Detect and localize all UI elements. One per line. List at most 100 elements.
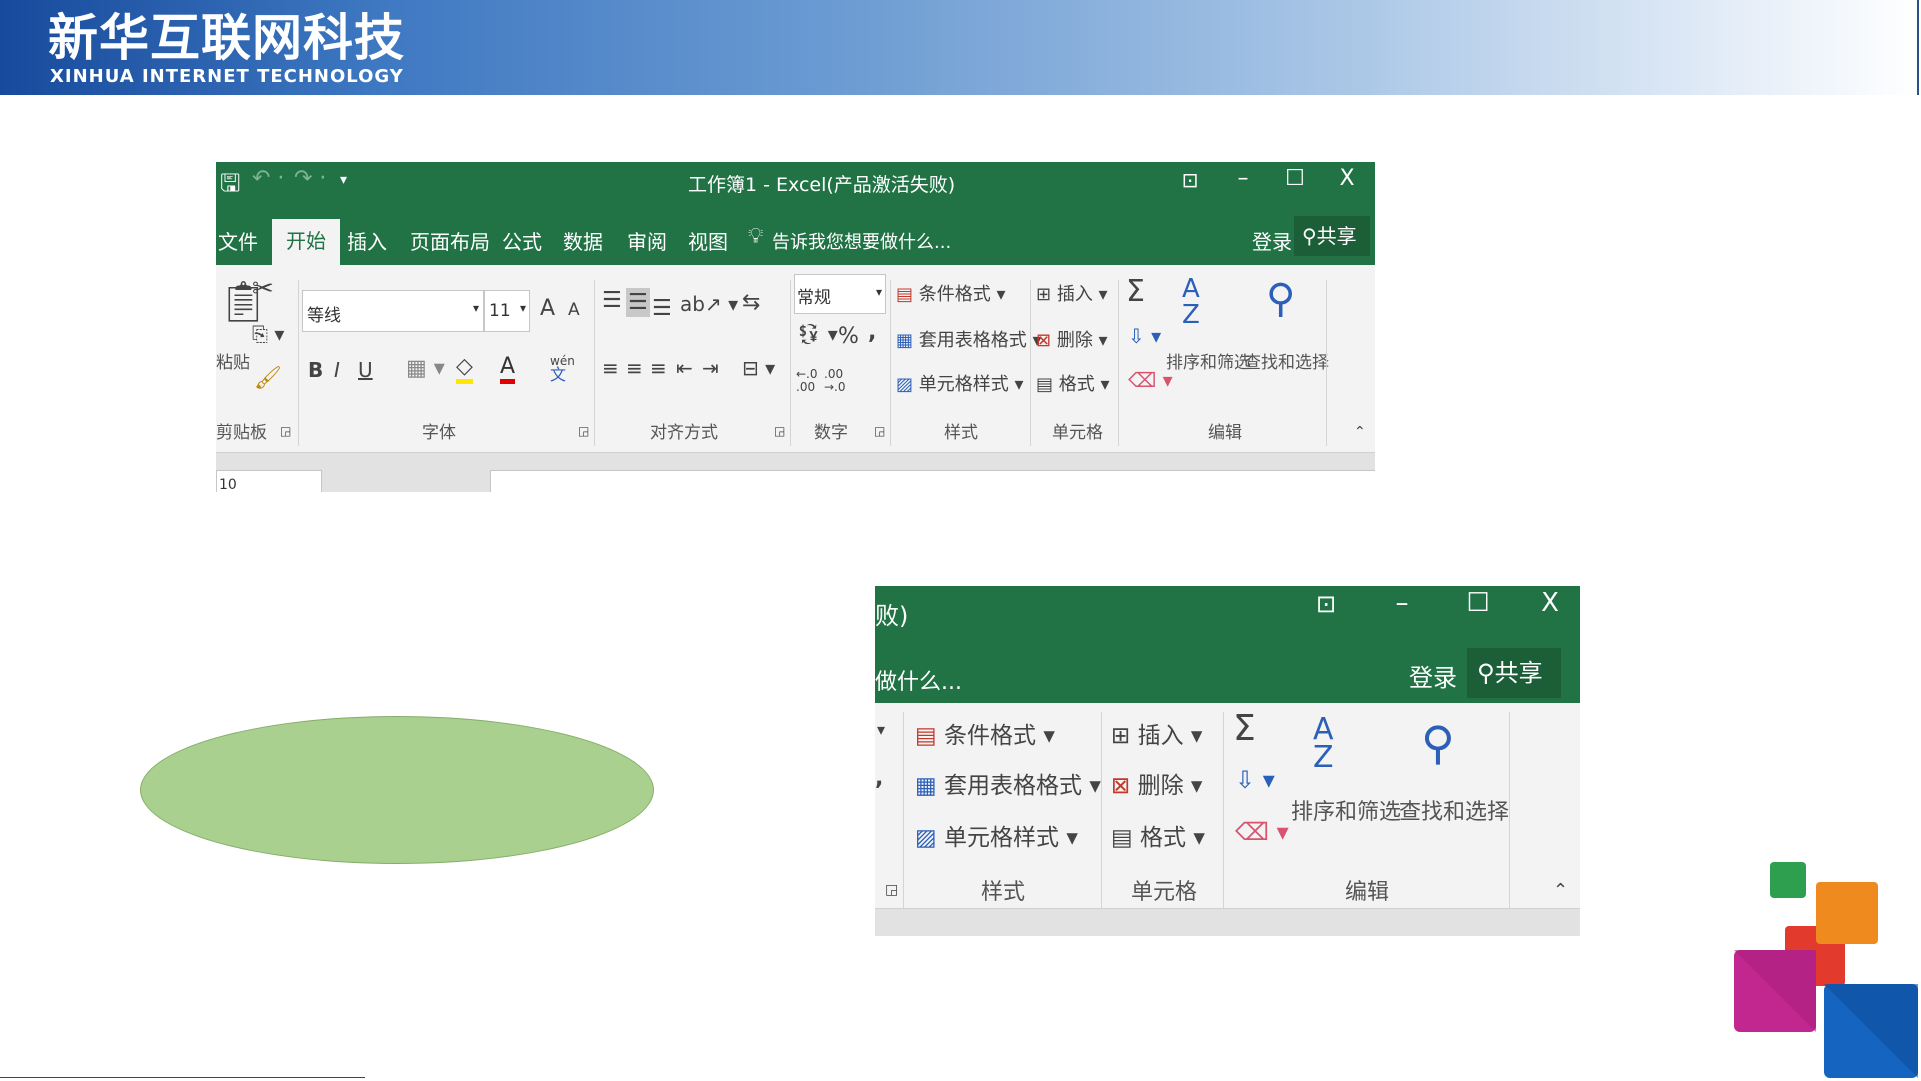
autosum-button[interactable]: Σ [1233,708,1256,749]
conditional-format-button[interactable]: ▤ 条件格式 ▾ [915,716,1055,750]
sort-filter-label[interactable]: 排序和筛选 [1291,794,1401,826]
font-launcher-icon[interactable]: ◲ [578,424,589,438]
copy-icon[interactable]: ⎘ ▾ [252,322,284,346]
clipboard-launcher-icon[interactable]: ◲ [280,424,291,438]
minimize-button[interactable]: – [1385,588,1419,618]
wrap-text-icon[interactable]: ⇆ [742,290,760,315]
tab-formulas[interactable]: 公式 [502,226,542,255]
format-cells-button[interactable]: ▤ 格式 ▾ [1111,818,1205,852]
find-select-icon[interactable]: ⚲ [1421,716,1455,770]
top-align-icon[interactable]: ☰ [602,288,622,313]
font-name-combobox[interactable]: 等线 ▾ [302,290,484,332]
save-icon[interactable]: 🖫 [220,166,240,207]
sort-filter-label[interactable]: 排序和筛选 [1166,348,1251,373]
cut-icon[interactable]: ✂ [252,274,274,304]
currency-format-icon[interactable]: 💱︎ ▾ [796,322,838,346]
delete-cells-icon: ⊠ [1036,330,1052,351]
find-select-icon[interactable]: ⚲ [1266,276,1295,322]
merge-center-icon[interactable]: ⊟ ▾ [742,356,775,380]
sort-filter-icon[interactable]: AZ [1182,276,1200,328]
login-link[interactable]: 登录 [1252,226,1292,255]
percent-button[interactable]: % [838,324,859,349]
formula-input[interactable] [490,470,1375,492]
maximize-button[interactable]: ☐ [1280,166,1310,191]
borders-icon[interactable]: ▦ ▾ [406,356,445,381]
tab-view[interactable]: 视图 [688,226,728,255]
cell-styles-button[interactable]: ▨ 单元格样式 ▾ [915,818,1078,852]
maximize-button[interactable]: ☐ [1461,588,1495,618]
format-as-table-button[interactable]: ▦ 套用表格格式 ▾ [896,326,1042,352]
insert-cells-button[interactable]: ⊞ 插入 ▾ [1036,280,1108,306]
paste-label[interactable]: 粘贴 [216,348,250,373]
align-left-icon[interactable]: ≡ [602,356,619,380]
number-launcher-icon[interactable]: ◲ [874,424,885,438]
format-painter-icon[interactable]: 🖌︎ [254,366,282,391]
fill-color-icon[interactable]: ◇ [456,354,473,384]
tab-review[interactable]: 审阅 [627,226,667,255]
editing-group-label: 编辑 [1208,423,1242,443]
sort-filter-icon[interactable]: AZ [1313,715,1334,773]
bottom-align-icon[interactable]: ☰ [652,296,672,321]
redo-icon[interactable]: ↷ · [294,166,326,191]
clipboard-group-label: 剪贴板 [216,423,267,443]
find-select-label[interactable]: 查找和选择 [1244,348,1329,373]
decrease-indent-icon[interactable]: ⇤ [676,356,693,380]
tell-me-search[interactable]: 做什么... [875,664,962,696]
tab-insert[interactable]: 插入 [347,226,387,255]
format-cells-button[interactable]: ▤ 格式 ▾ [1036,370,1110,396]
ribbon-display-options-icon[interactable]: ⊡ [1176,168,1204,192]
minimize-button[interactable]: – [1228,166,1258,191]
orientation-icon[interactable]: ab↗ ▾ [680,292,738,316]
undo-icon[interactable]: ↶ · [252,166,284,191]
grow-font-button[interactable]: A [540,296,555,321]
insert-cells-button[interactable]: ⊞ 插入 ▾ [1111,716,1202,750]
ribbon-display-options-icon[interactable]: ⊡ [1309,590,1343,618]
middle-align-icon[interactable]: ☰ [626,288,650,317]
number-launcher-icon[interactable]: ◲ [885,882,898,898]
number-format-value: 常规 [797,288,831,308]
share-button[interactable]: ⚲共享 [1467,648,1561,698]
bold-button[interactable]: B [308,358,323,382]
tab-home[interactable]: 开始 [272,219,340,266]
conditional-format-label: 条件格式 [944,723,1037,749]
conditional-format-button[interactable]: ▤ 条件格式 ▾ [896,280,1006,306]
find-select-label[interactable]: 查找和选择 [1399,794,1509,826]
increease-indent-icon[interactable]: ⇥ [702,356,719,380]
font-color-button[interactable]: A [500,354,516,384]
clear-icon[interactable]: ⌫ ▾ [1235,818,1289,846]
insert-cells-icon: ⊞ [1036,284,1052,305]
fill-icon[interactable]: ⇩ ▾ [1128,324,1161,348]
tab-page-layout[interactable]: 页面布局 [410,226,490,255]
delete-cells-button[interactable]: ⊠ 删除 ▾ [1036,326,1108,352]
collapse-ribbon-icon[interactable]: ⌃ [1354,424,1366,440]
font-size-combobox[interactable]: 11 ▾ [484,290,530,332]
login-link[interactable]: 登录 [1409,658,1457,693]
name-box[interactable]: 10 [216,470,322,492]
tell-me-search[interactable]: 告诉我您想要做什么... [772,228,951,254]
banner-divider [1917,0,1919,95]
italic-button[interactable]: I [334,358,340,382]
cell-styles-button[interactable]: ▨ 单元格样式 ▾ [896,370,1024,396]
close-button[interactable]: X [1533,588,1567,618]
fill-icon[interactable]: ⇩ ▾ [1235,766,1275,794]
align-right-icon[interactable]: ≡ [650,356,667,380]
shrink-font-button[interactable]: A [568,300,580,320]
close-button[interactable]: X [1332,166,1362,191]
autosum-button[interactable]: Σ [1126,274,1145,309]
chevron-down-icon: ▾ [875,285,882,299]
align-center-icon[interactable]: ≡ [626,356,643,380]
number-format-combobox[interactable]: 常规 ▾ [794,274,886,314]
share-button[interactable]: ⚲共享 [1294,216,1370,256]
collapse-ribbon-icon[interactable]: ⌃ [1553,880,1568,901]
delete-cells-button[interactable]: ⊠ 删除 ▾ [1111,766,1202,800]
tab-file[interactable]: 文件 [216,226,260,255]
customize-quick-access-icon[interactable]: ▾ [340,172,347,188]
decrease-decimal-button[interactable]: .00 →.0 [824,368,846,394]
phonetic-guide-icon[interactable]: wén 文 [550,354,575,383]
alignment-launcher-icon[interactable]: ◲ [774,424,785,438]
underline-button[interactable]: U [358,358,373,382]
format-as-table-button[interactable]: ▦ 套用表格格式 ▾ [915,766,1101,800]
tab-data[interactable]: 数据 [563,226,603,255]
comma-button[interactable]: , [868,320,876,345]
increase-decimal-button[interactable]: ←.0 .00 [796,368,818,394]
